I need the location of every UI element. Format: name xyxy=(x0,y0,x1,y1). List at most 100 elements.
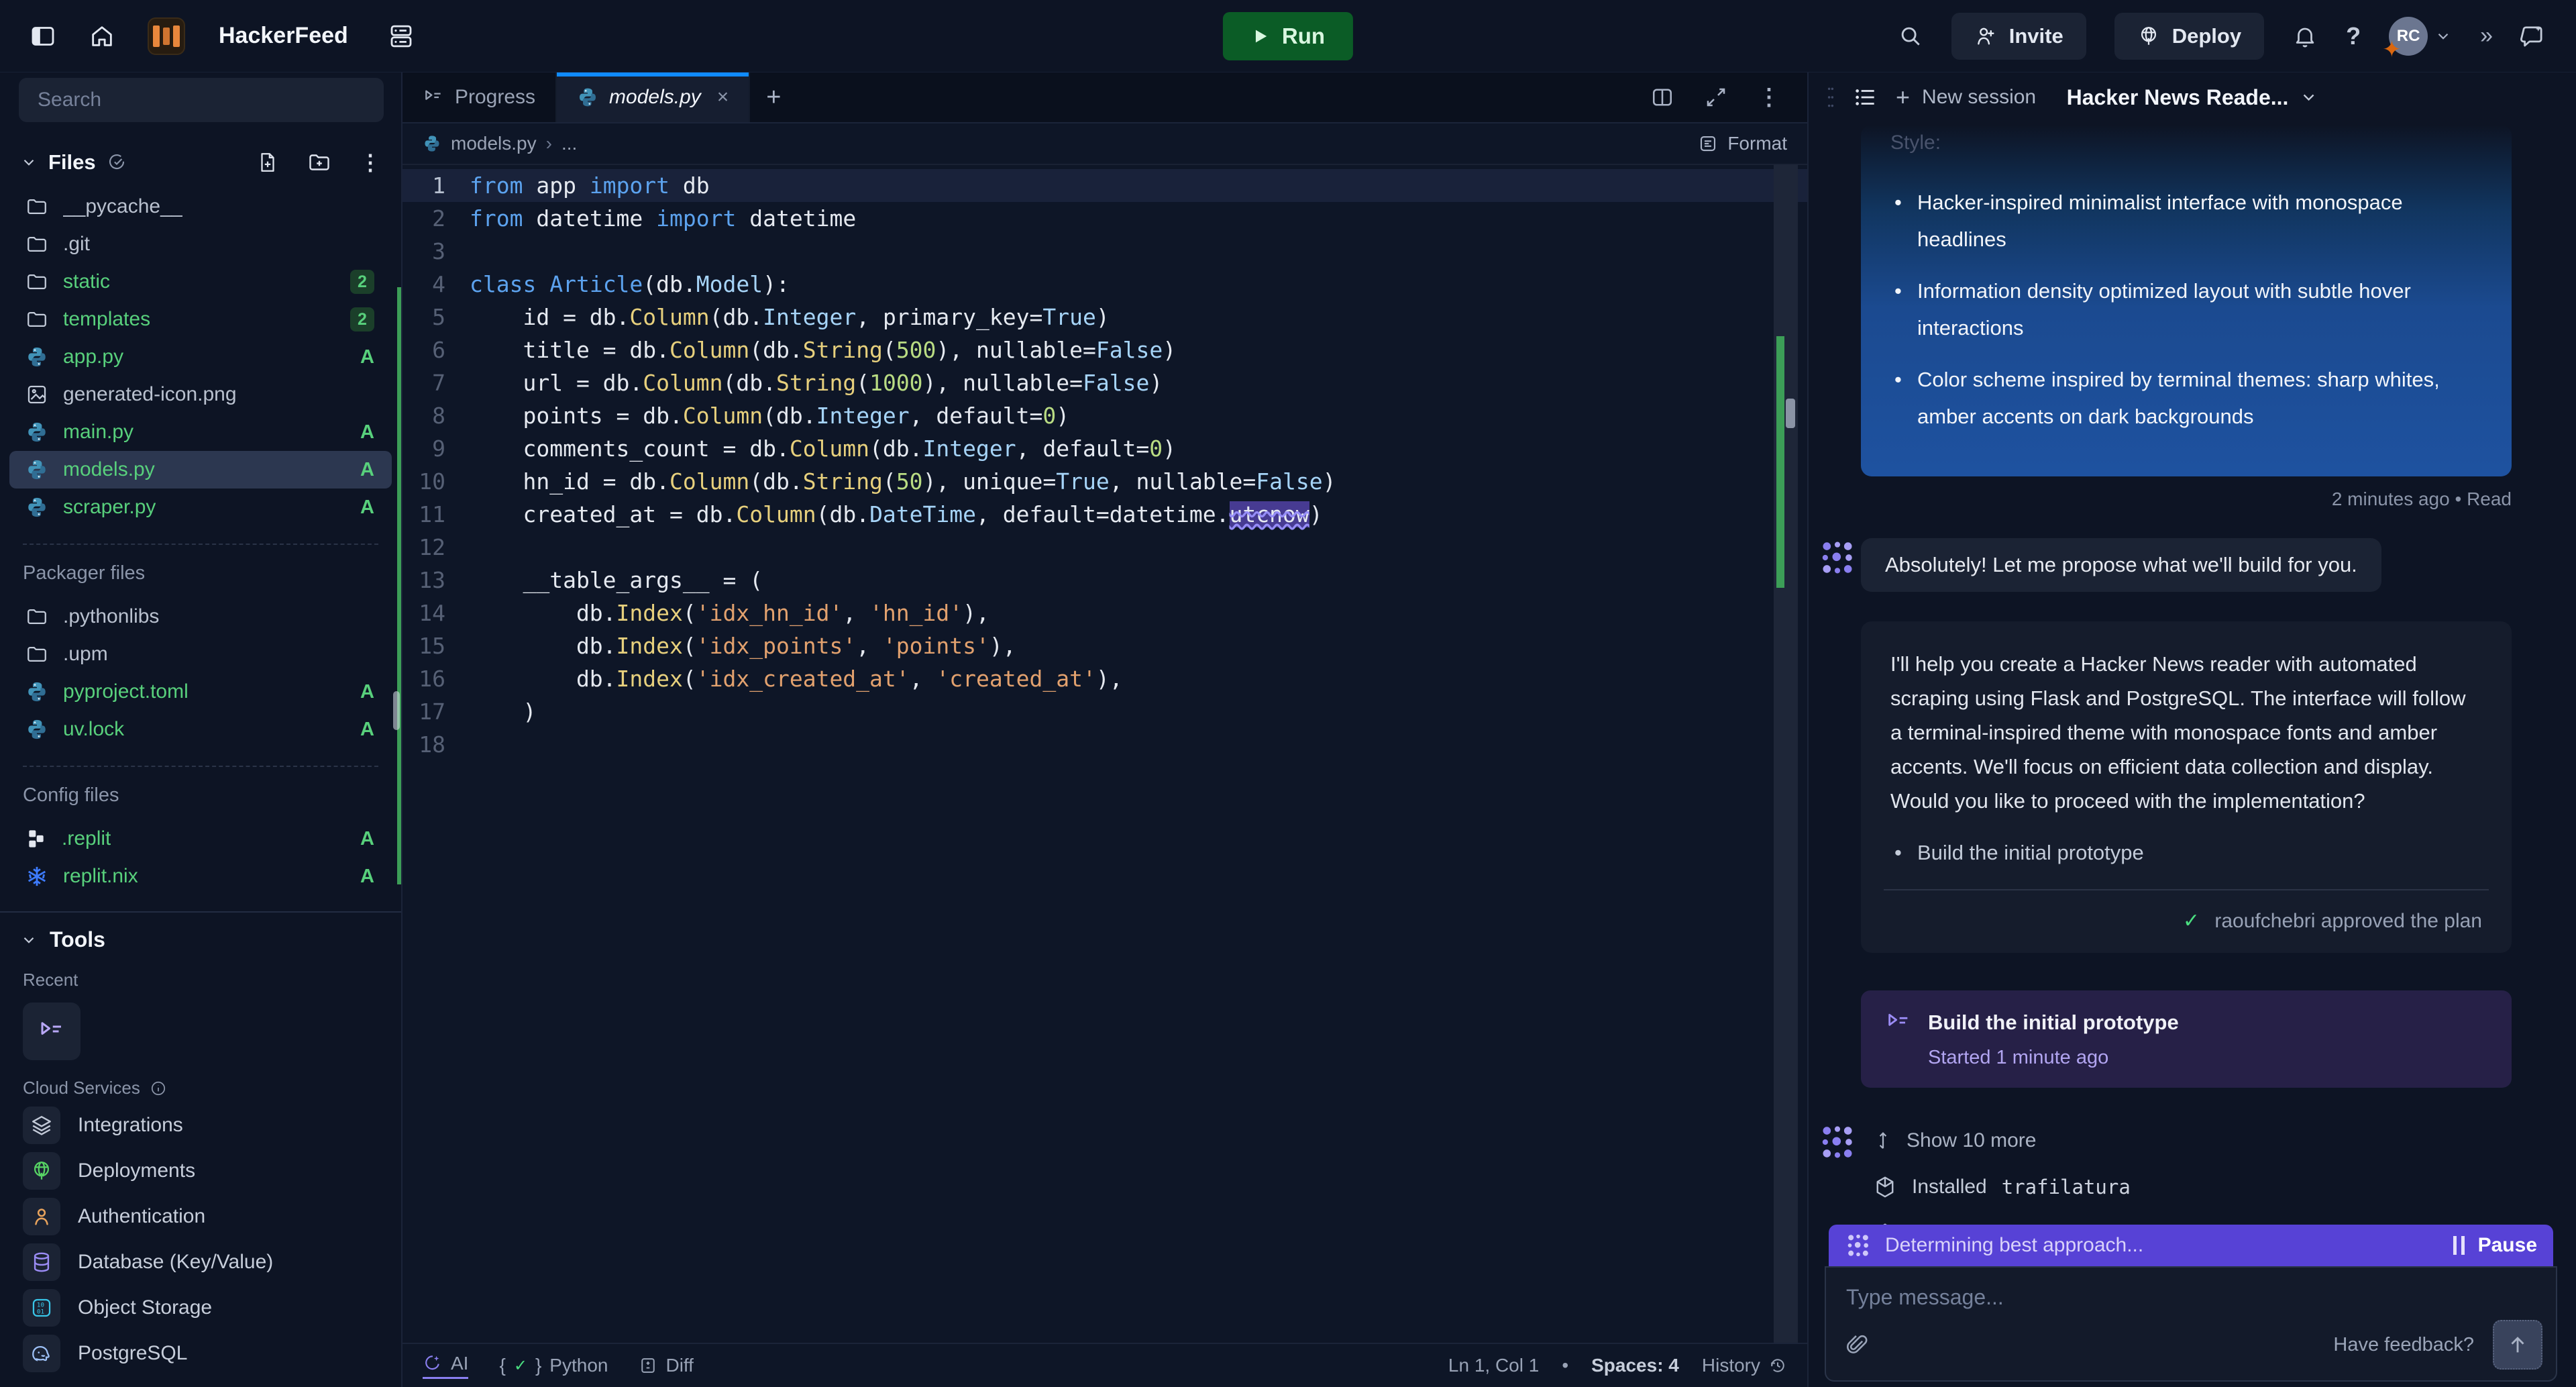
code-line[interactable]: 18 xyxy=(402,728,1807,761)
account-menu[interactable]: RC ✦ xyxy=(2389,17,2452,56)
editor-menu-kebab-icon[interactable]: ⋮ xyxy=(1758,84,1780,111)
search-input[interactable] xyxy=(19,78,384,122)
code-line[interactable]: 6 title = db.Column(db.String(500), null… xyxy=(402,333,1807,366)
recent-label: Recent xyxy=(0,970,401,990)
chat-scroll-area[interactable]: Style: Hacker-inspired minimalist interf… xyxy=(1809,122,2576,1387)
code-line[interactable]: 3 xyxy=(402,235,1807,268)
sidebar-item-authentication[interactable]: Authentication xyxy=(0,1196,401,1237)
code-line[interactable]: 11 created_at = db.Column(db.DateTime, d… xyxy=(402,498,1807,531)
check-circle-icon[interactable] xyxy=(107,152,127,172)
file-row-__pycache__[interactable]: __pycache__ xyxy=(0,188,401,225)
sidebar-scrollbar[interactable] xyxy=(393,691,400,730)
code-editor[interactable]: 1from app import db2from datetime import… xyxy=(402,165,1807,1343)
code-line[interactable]: 4class Article(db.Model): xyxy=(402,268,1807,301)
sidebar-toggle-icon[interactable] xyxy=(30,23,56,50)
plan-style-card: Style: Hacker-inspired minimalist interf… xyxy=(1861,125,2512,476)
file-row-scraper.py[interactable]: scraper.pyA xyxy=(0,489,401,526)
file-row-replit.nix[interactable]: replit.nixA xyxy=(0,858,401,895)
session-list-icon[interactable] xyxy=(1853,85,1878,110)
file-row-.pythonlibs[interactable]: .pythonlibs xyxy=(0,598,401,635)
expand-icon[interactable] xyxy=(1704,85,1728,109)
tool-icon-tile xyxy=(23,1152,60,1190)
close-tab-icon[interactable]: × xyxy=(717,86,729,109)
sidebar-item-postgresql[interactable]: PostgreSQL xyxy=(0,1333,401,1374)
editor-scroll-thumb[interactable] xyxy=(1786,399,1795,428)
file-row-templates[interactable]: templates2 xyxy=(0,301,401,338)
tab-models-py[interactable]: models.py × xyxy=(557,72,750,122)
code-line[interactable]: 15 db.Index('idx_points', 'points'), xyxy=(402,629,1807,662)
file-row-.git[interactable]: .git xyxy=(0,225,401,263)
file-row-pyproject.toml[interactable]: pyproject.tomlA xyxy=(0,673,401,711)
code-line[interactable]: 14 db.Index('idx_hn_id', 'hn_id'), xyxy=(402,597,1807,629)
recent-console-tool[interactable] xyxy=(23,1003,80,1060)
new-folder-icon[interactable] xyxy=(307,150,331,174)
code-line[interactable]: 7 url = db.Column(db.String(1000), nulla… xyxy=(402,366,1807,399)
diff-status-button[interactable]: Diff xyxy=(639,1355,694,1376)
new-file-icon[interactable] xyxy=(256,151,279,174)
sidebar-item-database-key-value-[interactable]: Database (Key/Value) xyxy=(0,1242,401,1282)
split-view-icon[interactable] xyxy=(1650,85,1674,109)
sidebar-item-integrations[interactable]: Integrations xyxy=(0,1105,401,1145)
format-button[interactable]: Format xyxy=(1698,133,1787,154)
panel-drag-handle-icon[interactable] xyxy=(1826,85,1835,110)
notifications-bell-icon[interactable] xyxy=(2292,23,2318,49)
code-line[interactable]: 10 hn_id = db.Column(db.String(50), uniq… xyxy=(402,465,1807,498)
attachment-paperclip-icon[interactable] xyxy=(1845,1333,1869,1357)
file-row-main.py[interactable]: main.pyA xyxy=(0,413,401,451)
chevron-down-icon[interactable] xyxy=(20,154,38,171)
file-row-.replit[interactable]: .replitA xyxy=(0,820,401,858)
repl-resources-icon[interactable] xyxy=(387,22,415,50)
ai-status-button[interactable]: AI xyxy=(423,1353,468,1379)
breadcrumb-file[interactable]: models.py xyxy=(451,133,537,154)
file-row-.upm[interactable]: .upm xyxy=(0,635,401,673)
language-status[interactable]: {✓} Python xyxy=(499,1355,608,1376)
task-card[interactable]: Build the initial prototype Started 1 mi… xyxy=(1861,990,2512,1088)
code-line[interactable]: 16 db.Index('idx_created_at', 'created_a… xyxy=(402,662,1807,695)
code-line[interactable]: 12 xyxy=(402,531,1807,564)
chat-sparkle-icon[interactable] xyxy=(2518,22,2546,50)
sidebar-item-object-storage[interactable]: 1001Object Storage xyxy=(0,1288,401,1328)
info-icon[interactable] xyxy=(150,1080,167,1097)
files-menu-kebab-icon[interactable]: ⋮ xyxy=(360,150,381,175)
installed-row: Installedtrafilatura xyxy=(1809,1175,2576,1199)
search-icon[interactable] xyxy=(1898,23,1923,49)
code-line[interactable]: 13 __table_args__ = ( xyxy=(402,564,1807,597)
chevron-down-icon[interactable] xyxy=(20,931,38,949)
feedback-link[interactable]: Have feedback? xyxy=(2333,1334,2474,1356)
send-button[interactable] xyxy=(2493,1320,2542,1370)
tab-progress[interactable]: Progress xyxy=(402,72,557,122)
file-badge: 2 xyxy=(350,307,374,331)
breadcrumb-more[interactable]: ... xyxy=(561,133,577,154)
editor-scrollbar[interactable] xyxy=(1774,165,1798,1343)
cursor-position[interactable]: Ln 1, Col 1 xyxy=(1448,1355,1539,1376)
file-row-generated-icon.png[interactable]: generated-icon.png xyxy=(0,376,401,413)
code-line[interactable]: 1from app import db xyxy=(402,169,1807,202)
show-more-button[interactable]: Show 10 more xyxy=(1809,1129,2576,1152)
line-number: 11 xyxy=(402,498,470,531)
file-row-app.py[interactable]: app.pyA xyxy=(0,338,401,376)
history-button[interactable]: History xyxy=(1702,1355,1787,1376)
session-title-dropdown[interactable]: Hacker News Reade... xyxy=(2067,85,2318,110)
new-session-button[interactable]: + New session xyxy=(1896,83,2036,111)
collapse-panel-icon[interactable]: » xyxy=(2480,23,2490,49)
topbar: HackerFeed Run Invite Deploy ? RC xyxy=(0,0,2576,72)
new-tab-button[interactable]: + xyxy=(750,72,797,122)
code-line[interactable]: 2from datetime import datetime xyxy=(402,202,1807,235)
file-row-models.py[interactable]: models.pyA xyxy=(9,451,392,489)
code-line[interactable]: 5 id = db.Column(db.Integer, primary_key… xyxy=(402,301,1807,333)
deploy-button[interactable]: Deploy xyxy=(2114,13,2264,60)
file-row-static[interactable]: static2 xyxy=(0,263,401,301)
file-badge: 2 xyxy=(350,270,374,294)
help-icon[interactable]: ? xyxy=(2346,22,2361,50)
code-line[interactable]: 9 comments_count = db.Column(db.Integer,… xyxy=(402,432,1807,465)
run-button[interactable]: Run xyxy=(1223,12,1353,60)
divider xyxy=(23,766,378,767)
code-line[interactable]: 8 points = db.Column(db.Integer, default… xyxy=(402,399,1807,432)
sidebar-item-deployments[interactable]: Deployments xyxy=(0,1151,401,1191)
invite-button[interactable]: Invite xyxy=(1951,13,2086,60)
pause-button[interactable]: Pause xyxy=(2453,1234,2537,1257)
spaces-setting[interactable]: Spaces: 4 xyxy=(1591,1355,1679,1376)
file-row-uv.lock[interactable]: uv.lockA xyxy=(0,711,401,748)
code-line[interactable]: 17 ) xyxy=(402,695,1807,728)
home-icon[interactable] xyxy=(89,23,115,50)
